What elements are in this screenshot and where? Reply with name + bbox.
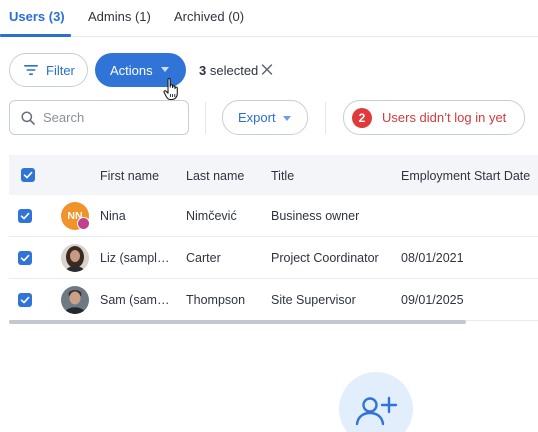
tab-users[interactable]: Users (3) <box>9 9 65 24</box>
tab-admins[interactable]: Admins (1) <box>88 9 151 24</box>
add-user-icon <box>355 396 398 426</box>
export-button[interactable]: Export <box>222 100 308 135</box>
avatar: NN <box>61 202 90 230</box>
row-checkbox[interactable] <box>18 251 32 265</box>
check-icon <box>23 171 33 179</box>
filter-label: Filter <box>46 62 75 78</box>
users-not-logged-in-button[interactable]: 2 Users didn’t log in yet <box>343 100 525 135</box>
cell-start-date: 08/01/2021 <box>401 251 464 265</box>
check-icon <box>20 254 30 262</box>
active-tab-indicator <box>0 34 71 37</box>
user-photo-icon <box>61 244 89 272</box>
check-icon <box>20 296 30 304</box>
cell-first-name: Liz (sampl… <box>100 251 170 265</box>
cell-last-name: Nimčević <box>186 209 237 223</box>
toolbar-divider <box>325 102 326 134</box>
row-checkbox[interactable] <box>18 293 32 307</box>
table-header: First name Last name Title Employment St… <box>9 155 538 195</box>
cell-title: Site Supervisor <box>271 293 356 307</box>
column-header-last-name[interactable]: Last name <box>186 169 244 183</box>
cell-first-name: Sam (sam… <box>100 293 170 307</box>
search-input[interactable] <box>43 110 173 125</box>
caret-down-icon <box>283 116 291 121</box>
filter-icon <box>24 65 38 75</box>
cell-first-name: Nina <box>100 209 126 223</box>
selected-suffix: selected <box>209 63 259 78</box>
hand-cursor-icon <box>163 77 178 101</box>
cell-last-name: Thompson <box>186 293 246 307</box>
caret-down-icon <box>161 67 169 72</box>
alert-count-badge: 2 <box>352 107 372 128</box>
toolbar-divider <box>205 102 206 134</box>
actions-label: Actions <box>110 62 153 78</box>
search-box[interactable] <box>9 100 189 135</box>
cell-last-name: Carter <box>186 251 221 265</box>
row-checkbox[interactable] <box>18 209 32 223</box>
avatar <box>61 244 89 272</box>
avatar <box>61 286 89 314</box>
cell-start-date: 09/01/2025 <box>401 293 464 307</box>
tab-archived[interactable]: Archived (0) <box>174 9 244 24</box>
horizontal-scrollbar[interactable] <box>9 320 466 324</box>
selection-summary: 3 selected <box>199 63 258 78</box>
tab-bar: Users (3) Admins (1) Archived (0) <box>0 0 538 37</box>
user-photo-icon <box>61 286 89 314</box>
selected-count: 3 <box>199 63 207 78</box>
export-label: Export <box>238 110 276 125</box>
table-row[interactable]: Liz (sampl… Carter Project Coordinator 0… <box>9 237 538 279</box>
table-row[interactable]: NN Nina Nimčević Business owner <box>9 195 538 237</box>
close-icon[interactable] <box>261 62 273 76</box>
cell-title: Project Coordinator <box>271 251 379 265</box>
column-header-first-name[interactable]: First name <box>100 169 159 183</box>
check-icon <box>20 212 30 220</box>
search-icon <box>21 110 35 125</box>
owner-badge-icon <box>77 217 90 230</box>
select-all-checkbox[interactable] <box>21 168 35 182</box>
column-header-title[interactable]: Title <box>271 169 294 183</box>
filter-button[interactable]: Filter <box>9 53 88 87</box>
cell-title: Business owner <box>271 209 360 223</box>
add-user-illustration <box>339 372 413 432</box>
alert-label: Users didn’t log in yet <box>382 110 507 125</box>
column-header-employment-start-date[interactable]: Employment Start Date <box>401 169 530 183</box>
table-row[interactable]: Sam (sam… Thompson Site Supervisor 09/01… <box>9 279 538 321</box>
